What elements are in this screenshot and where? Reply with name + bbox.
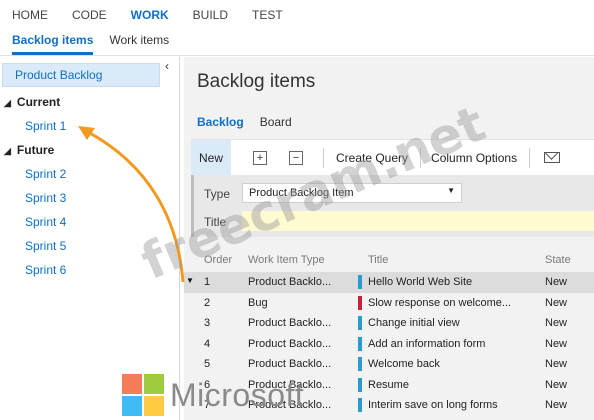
cell-state: New [545, 358, 568, 370]
work-item-color-bar [358, 336, 362, 351]
plus-box-icon[interactable]: + [253, 150, 267, 165]
logo-square-blue [122, 396, 142, 416]
minus-box-icon[interactable]: − [289, 150, 303, 165]
sidebar-item-sprint-3[interactable]: Sprint 3 [25, 191, 66, 205]
cell-state: New [545, 399, 568, 411]
cell-state: New [545, 317, 568, 329]
view-tabs: Backlog Board [197, 115, 308, 129]
subnav-backlog-items[interactable]: Backlog items [12, 30, 94, 55]
cell-title: Hello World Web Site [368, 276, 473, 288]
sidebar-item-sprint-6[interactable]: Sprint 6 [25, 263, 66, 277]
table-row[interactable]: 5 Product Backlo... Welcome back New [184, 354, 594, 375]
toolbar-divider [529, 147, 531, 168]
page-title: Backlog items [197, 71, 316, 92]
nav-test[interactable]: TEST [252, 8, 283, 22]
cell-title: Welcome back [368, 358, 440, 370]
triangle-down-icon: ◢ [4, 146, 11, 156]
microsoft-logo-squares [122, 374, 164, 416]
cell-order: 3 [204, 317, 211, 329]
cell-type: Product Backlo... [248, 337, 332, 350]
cell-state: New [545, 276, 568, 288]
cell-state: New [545, 378, 568, 391]
cell-title: Slow response on welcome... [368, 296, 512, 309]
cell-title: Interim save on long forms [368, 399, 498, 411]
sidebar-item-sprint-2[interactable]: Sprint 2 [25, 167, 66, 181]
sidebar-item-sprint-1[interactable]: Sprint 1 [25, 119, 66, 133]
column-header-title[interactable]: Title [368, 254, 538, 266]
tab-board[interactable]: Board [260, 115, 292, 129]
cell-order: 2 [204, 296, 211, 309]
cell-type: Product Backlo... [248, 276, 332, 288]
sidebar-group-label: Future [16, 143, 55, 157]
triangle-down-icon: ◢ [4, 98, 11, 108]
cell-type: Product Backlo... [248, 358, 332, 370]
nav-code[interactable]: CODE [72, 8, 107, 22]
table-row[interactable]: 3 Product Backlo... Change initial view … [184, 313, 594, 334]
tab-backlog[interactable]: Backlog [197, 115, 244, 129]
grid-header: Order Work Item Type Title State [184, 254, 594, 272]
cell-type: Product Backlo... [248, 317, 332, 329]
sidebar-item-sprint-5[interactable]: Sprint 5 [25, 239, 66, 253]
top-navigation: HOME CODE WORK BUILD TEST [0, 0, 594, 30]
cell-state: New [545, 337, 568, 350]
column-header-type[interactable]: Work Item Type [248, 254, 348, 266]
nav-build[interactable]: BUILD [193, 8, 228, 22]
chevron-left-icon[interactable]: ‹ [165, 59, 169, 73]
cell-title: Resume [368, 378, 409, 391]
sub-navigation: Backlog items Work items [0, 30, 594, 56]
cell-title: Add an information form [368, 337, 486, 350]
table-row[interactable]: 4 Product Backlo... Add an information f… [184, 334, 594, 355]
envelope-icon[interactable] [544, 152, 561, 163]
sidebar-group-current[interactable]: ◢ Current [4, 95, 60, 109]
column-header-state[interactable]: State [545, 254, 590, 266]
logo-square-green [144, 374, 164, 394]
subnav-work-items[interactable]: Work items [109, 30, 169, 55]
work-item-color-bar [358, 377, 362, 392]
caret-down-icon: ▼ [447, 186, 455, 195]
cell-order: 5 [204, 358, 211, 370]
work-item-color-bar [358, 357, 362, 371]
nav-home[interactable]: HOME [12, 8, 48, 22]
table-row[interactable]: ▼ 1 Product Backlo... Hello World Web Si… [184, 272, 594, 293]
logo-square-yellow [144, 396, 164, 416]
work-item-color-bar [358, 398, 362, 412]
work-item-color-bar [358, 295, 362, 310]
cell-order: 4 [204, 337, 211, 350]
table-row[interactable]: 2 Bug Slow response on welcome... New [184, 293, 594, 314]
logo-square-red [122, 374, 142, 394]
cell-order: 1 [204, 276, 211, 288]
nav-work[interactable]: WORK [131, 8, 169, 22]
sidebar-item-sprint-4[interactable]: Sprint 4 [25, 215, 66, 229]
cell-title: Change initial view [368, 317, 460, 329]
new-button[interactable]: New [191, 139, 231, 176]
microsoft-logo: Microsoft [122, 374, 304, 416]
sidebar-group-label: Current [16, 95, 61, 109]
cell-state: New [545, 296, 568, 309]
cell-type: Bug [248, 296, 268, 309]
sidebar-item-product-backlog[interactable]: Product Backlog [2, 63, 160, 87]
microsoft-logo-text: Microsoft [170, 376, 305, 413]
sidebar-group-future[interactable]: ◢ Future [4, 143, 54, 157]
work-item-color-bar [358, 316, 362, 330]
work-item-color-bar [358, 275, 362, 289]
